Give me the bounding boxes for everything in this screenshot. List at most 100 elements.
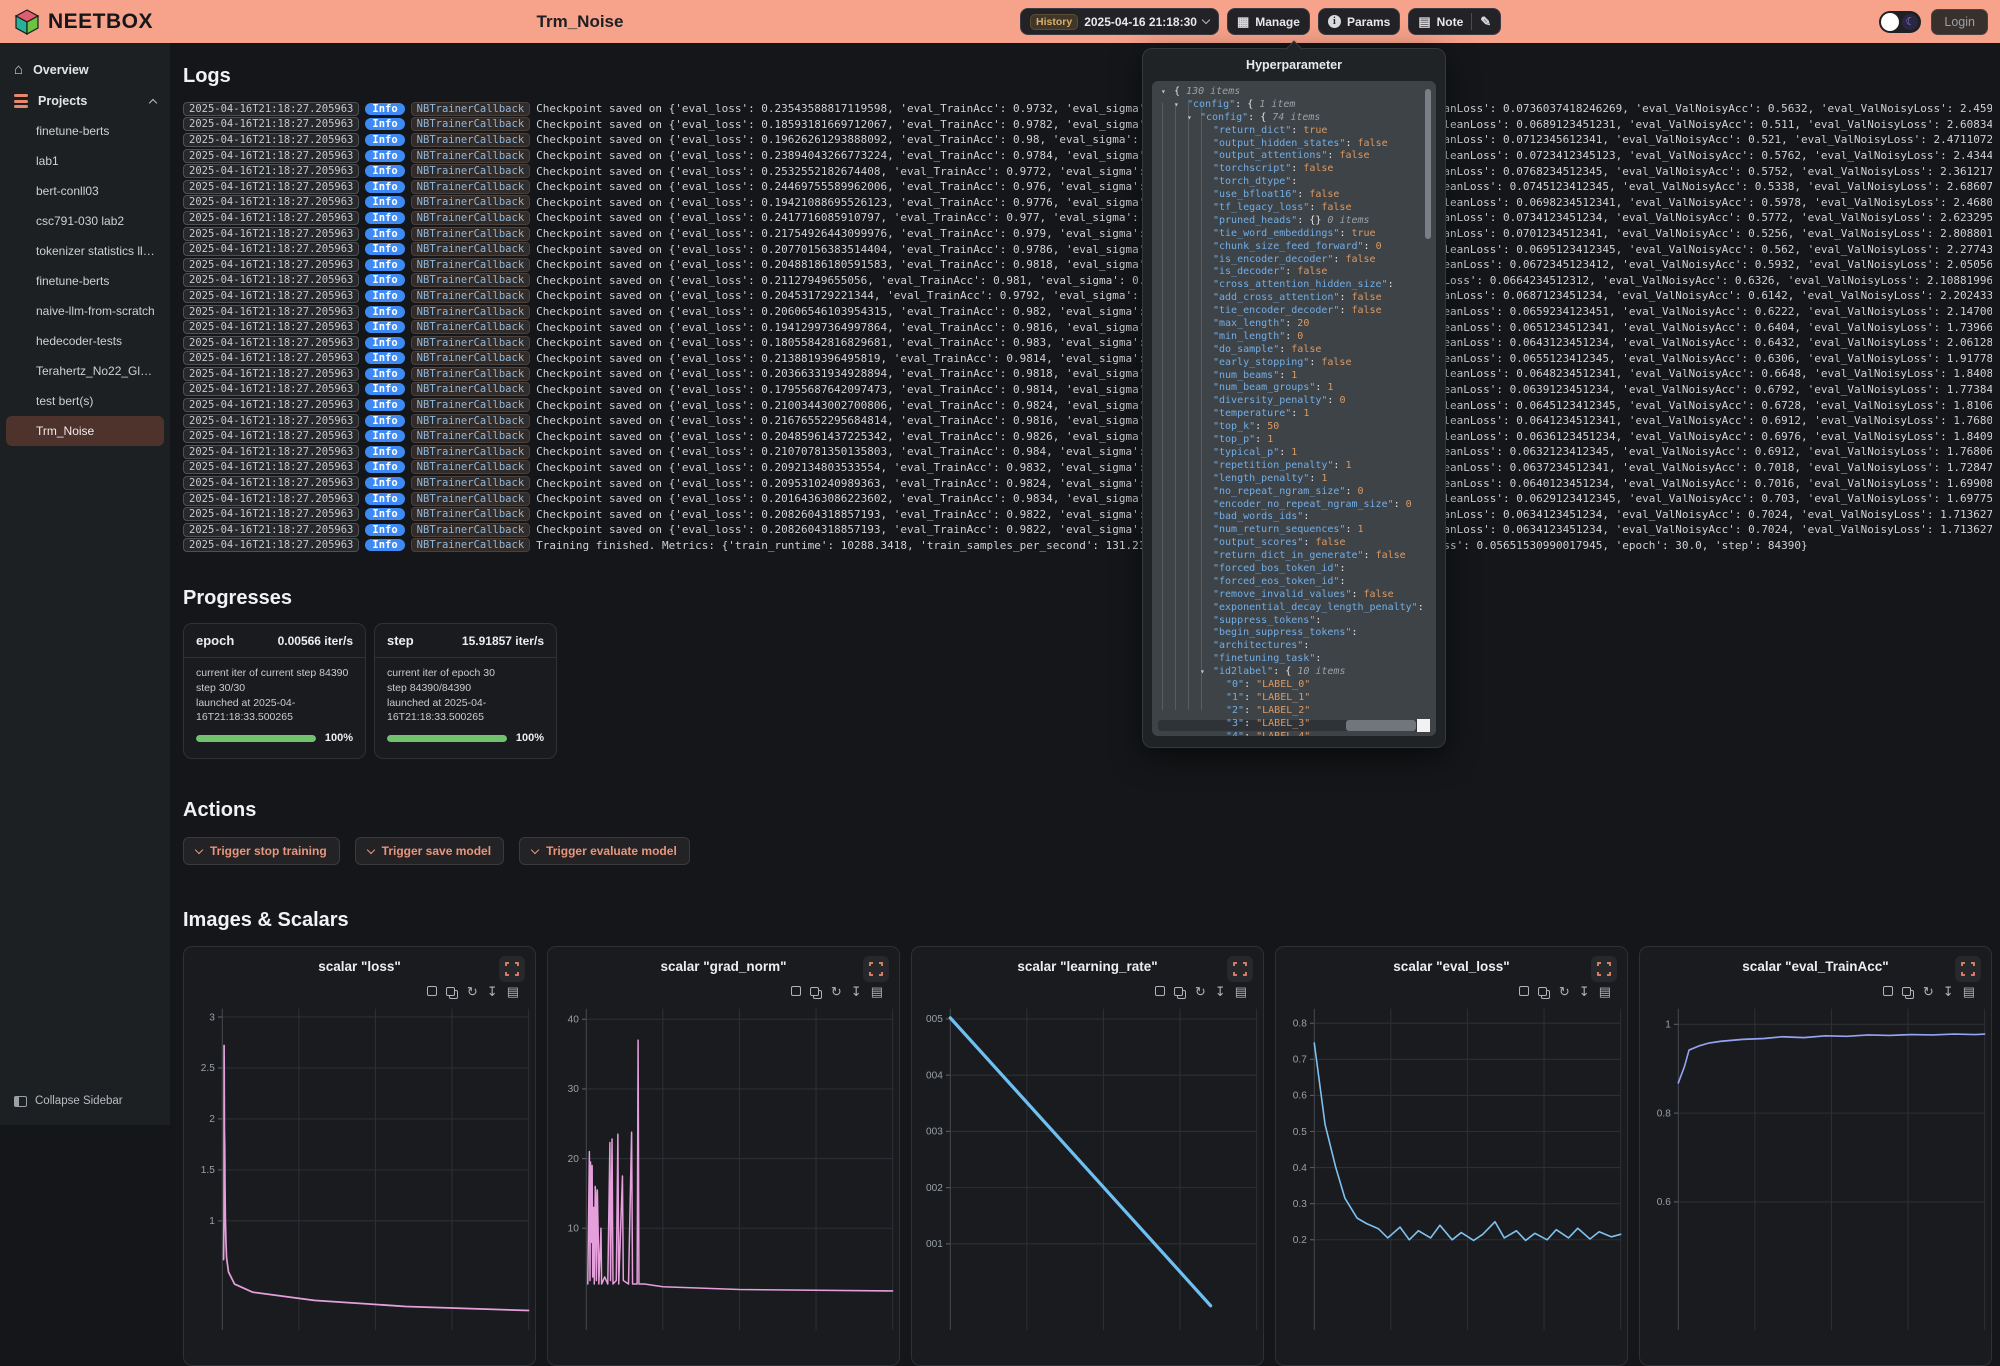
crop-icon[interactable] xyxy=(791,986,801,996)
progress-section-title: Progresses xyxy=(183,587,1992,610)
json-colon: : xyxy=(1279,447,1291,458)
theme-toggle[interactable]: ☾ xyxy=(1879,11,1921,33)
json-tree-row[interactable]: ▾"config": { 1 item xyxy=(1160,99,1436,112)
sidebar-project-item[interactable]: test bert(s) xyxy=(0,386,170,416)
json-tree-row[interactable]: ▾"id2label": { 10 items xyxy=(1160,666,1436,679)
chart-plot[interactable]: 10.80.6 xyxy=(1640,1000,1991,1330)
sidebar-project-item[interactable]: finetune-berts xyxy=(0,116,170,146)
json-tree-row: "return_dict": true xyxy=(1160,125,1436,138)
download-icon[interactable]: ↧ xyxy=(851,985,862,998)
sidebar-project-item[interactable]: bert-conll03 xyxy=(0,176,170,206)
log-scale-icon[interactable]: ▤ xyxy=(1235,985,1247,998)
chart-plot[interactable]: 40302010 xyxy=(548,1000,899,1330)
sidebar-project-item[interactable]: Trm_Noise xyxy=(6,416,164,446)
crop-icon[interactable] xyxy=(1883,986,1893,996)
expand-button[interactable] xyxy=(863,956,889,982)
progress-detail: current iter of current step 84390 xyxy=(196,666,353,681)
collapse-sidebar-button[interactable]: Collapse Sidebar xyxy=(0,1087,137,1115)
duplicate-icon[interactable] xyxy=(1174,987,1183,996)
log-line: 2025-04-16T21:18:27.205963InfoNBTrainerC… xyxy=(183,538,1992,554)
caret-icon[interactable]: ▾ xyxy=(1161,87,1166,96)
download-icon[interactable]: ↧ xyxy=(1215,985,1226,998)
moon-icon: ☾ xyxy=(1902,14,1918,30)
log-scale-icon[interactable]: ▤ xyxy=(1963,985,1975,998)
json-tree: ▾{ 130 items▾"config": { 1 item▾"config"… xyxy=(1152,81,1436,736)
chart-plot[interactable]: 005004003002001 xyxy=(912,1000,1263,1330)
chart-plot[interactable]: 0.80.70.60.50.40.30.2 xyxy=(1276,1000,1627,1330)
app-header: NEETBOX Trm_Noise History 2025-04-16 21:… xyxy=(0,0,2000,43)
refresh-icon[interactable]: ↻ xyxy=(1195,985,1206,998)
sidebar-project-item[interactable]: lab1 xyxy=(0,146,170,176)
download-icon[interactable]: ↧ xyxy=(487,985,498,998)
json-colon: : xyxy=(1309,473,1321,484)
json-value: false xyxy=(1321,202,1351,213)
sidebar-item-projects[interactable]: Projects xyxy=(0,86,170,116)
refresh-icon[interactable]: ↻ xyxy=(831,985,842,998)
log-level-badge: Info xyxy=(365,493,404,505)
charts-row: scalar "loss"↻↧▤32.521.51scalar "grad_no… xyxy=(183,946,1992,1366)
download-icon[interactable]: ↧ xyxy=(1579,985,1590,998)
manage-button[interactable]: ▦ Manage xyxy=(1227,8,1310,35)
caret-icon[interactable]: ▾ xyxy=(1200,667,1205,676)
sidebar-project-item[interactable]: finetune-berts xyxy=(0,266,170,296)
json-colon: : xyxy=(1345,524,1357,535)
json-tree-row[interactable]: ▾{ 130 items xyxy=(1160,86,1436,99)
chart-plot[interactable]: 32.521.51 xyxy=(184,1000,535,1330)
project-list: finetune-bertslab1bert-conll03csc791-030… xyxy=(0,116,170,446)
sidebar-project-item[interactable]: Terahertz_No22_Gl261_gl... xyxy=(0,356,170,386)
sidebar-project-item[interactable]: tokenizer statistics llama... xyxy=(0,236,170,266)
duplicate-icon[interactable] xyxy=(810,987,819,996)
expand-button[interactable] xyxy=(1227,956,1253,982)
sidebar-item-overview[interactable]: ⌂ Overview xyxy=(0,53,170,86)
json-value: "LABEL_1" xyxy=(1256,692,1310,703)
sidebar: ⌂ Overview Projects finetune-bertslab1be… xyxy=(0,43,170,1125)
action-button[interactable]: Trigger save model xyxy=(355,837,504,865)
log-timestamp: 2025-04-16T21:18:27.205963 xyxy=(183,133,359,147)
log-source-badge: NBTrainerCallback xyxy=(411,305,530,319)
log-scale-icon[interactable]: ▤ xyxy=(871,985,883,998)
crop-icon[interactable] xyxy=(1155,986,1165,996)
sidebar-project-item[interactable]: hedecoder-tests xyxy=(0,326,170,356)
login-button[interactable]: Login xyxy=(1931,9,1988,35)
log-scale-icon[interactable]: ▤ xyxy=(507,985,519,998)
json-item-count: 130 items xyxy=(1186,86,1240,97)
json-value: 1 xyxy=(1321,473,1327,484)
chart-toolbar: ↻ ↧ ▤ xyxy=(912,974,1263,1000)
json-colon: : xyxy=(1244,679,1256,690)
download-icon[interactable]: ↧ xyxy=(1943,985,1954,998)
chart-toolbar: ↻ ↧ ▤ xyxy=(184,974,535,1000)
pencil-icon[interactable]: ✎ xyxy=(1480,15,1491,28)
log-scale-icon[interactable]: ▤ xyxy=(1599,985,1611,998)
refresh-icon[interactable]: ↻ xyxy=(1923,985,1934,998)
json-key: "min_length" xyxy=(1213,331,1285,342)
refresh-icon[interactable]: ↻ xyxy=(467,985,478,998)
sidebar-project-item[interactable]: naive-llm-from-scratch xyxy=(0,296,170,326)
history-dropdown[interactable]: History 2025-04-16 21:18:30 xyxy=(1020,8,1219,35)
log-line: 2025-04-16T21:18:27.205963InfoNBTrainerC… xyxy=(183,257,1992,273)
expand-button[interactable] xyxy=(499,956,525,982)
action-button[interactable]: Trigger stop training xyxy=(183,837,340,865)
progress-card-step: step 15.91857 iter/s current iter of epo… xyxy=(374,623,557,759)
crop-icon[interactable] xyxy=(427,986,437,996)
caret-icon[interactable]: ▾ xyxy=(1174,100,1179,109)
note-label: Note xyxy=(1437,15,1464,29)
json-colon: : xyxy=(1339,576,1345,587)
sidebar-project-item[interactable]: csc791-030 lab2 xyxy=(0,206,170,236)
log-level-badge: Info xyxy=(365,150,404,162)
json-tree-row[interactable]: ▾"config": { 74 items xyxy=(1160,112,1436,125)
note-button-group[interactable]: ▤ Note ✎ xyxy=(1408,8,1501,35)
log-line: 2025-04-16T21:18:27.205963InfoNBTrainerC… xyxy=(183,366,1992,382)
params-button[interactable]: i Params xyxy=(1318,8,1400,35)
svg-text:0.8: 0.8 xyxy=(1293,1019,1307,1030)
duplicate-icon[interactable] xyxy=(1538,987,1547,996)
crop-icon[interactable] xyxy=(1519,986,1529,996)
json-colon: : xyxy=(1279,344,1291,355)
expand-button[interactable] xyxy=(1955,956,1981,982)
brand[interactable]: NEETBOX xyxy=(14,9,153,35)
action-button[interactable]: Trigger evaluate model xyxy=(519,837,690,865)
duplicate-icon[interactable] xyxy=(1902,987,1911,996)
duplicate-icon[interactable] xyxy=(446,987,455,996)
expand-button[interactable] xyxy=(1591,956,1617,982)
caret-icon[interactable]: ▾ xyxy=(1187,113,1192,122)
refresh-icon[interactable]: ↻ xyxy=(1559,985,1570,998)
